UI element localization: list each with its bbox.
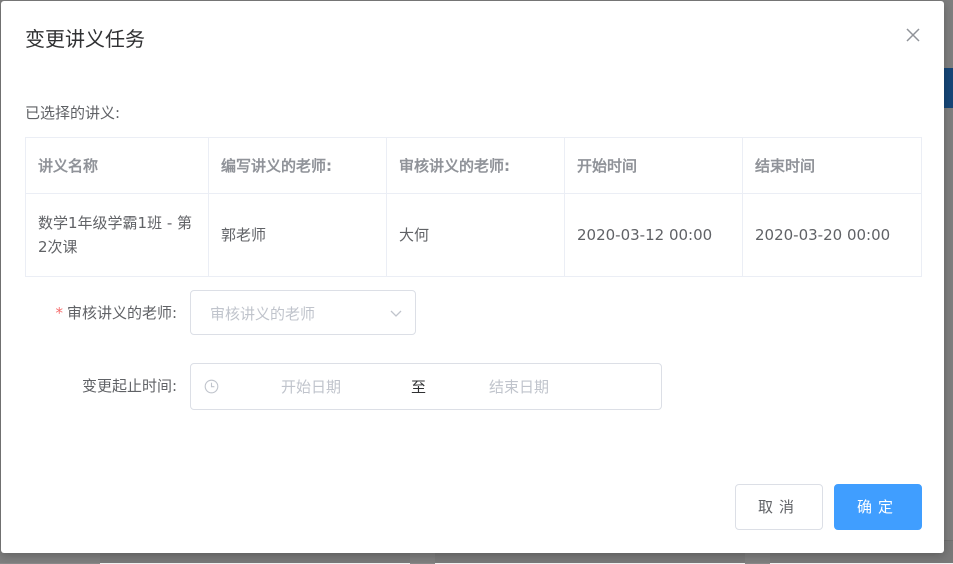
reviewer-placeholder: 审核讲义的老师: [210, 305, 316, 323]
handout-table: 讲义名称 编写讲义的老师: 审核讲义的老师: 开始时间 结束时间 数学1年级学霸…: [25, 137, 922, 277]
cancel-button[interactable]: 取消: [735, 484, 823, 530]
confirm-button[interactable]: 确定: [834, 484, 922, 530]
column-header: 讲义名称: [25, 137, 209, 194]
column-header: 审核讲义的老师:: [386, 137, 565, 194]
column-header: 开始时间: [564, 137, 743, 194]
end-time-cell: 2020-03-20 00:00: [742, 193, 922, 277]
column-header: 结束时间: [742, 137, 922, 194]
handout-name-cell: 数学1年级学霸1班 - 第2次课: [25, 193, 209, 277]
end-date-input[interactable]: 结束日期: [489, 376, 549, 397]
range-separator: 至: [411, 378, 427, 396]
clock-icon: [204, 379, 219, 398]
start-time-cell: 2020-03-12 00:00: [564, 193, 743, 277]
reviewer-label-text: 审核讲义的老师:: [66, 304, 177, 322]
change-task-dialog: 变更讲义任务 已选择的讲义: 讲义名称 编写讲义的老师: 审核讲义的老师: 开始…: [1, 1, 944, 553]
dialog-title: 变更讲义任务: [25, 27, 145, 51]
chevron-down-icon[interactable]: [389, 305, 403, 324]
date-range-picker[interactable]: 开始日期 至 结束日期: [190, 363, 662, 410]
start-date-input[interactable]: 开始日期: [281, 376, 341, 397]
table-header-row: 讲义名称 编写讲义的老师: 审核讲义的老师: 开始时间 结束时间: [25, 137, 922, 194]
reviewer-select[interactable]: 审核讲义的老师: [190, 290, 416, 335]
required-mark: *: [55, 304, 63, 322]
column-header: 编写讲义的老师:: [208, 137, 387, 194]
reviewer-form-label: * 审核讲义的老师:: [17, 302, 177, 324]
table-row: 数学1年级学霸1班 - 第2次课 郭老师 大何 2020-03-12 00:00…: [25, 193, 922, 277]
writer-cell: 郭老师: [208, 193, 387, 277]
close-icon[interactable]: [903, 25, 923, 45]
reviewer-cell: 大何: [386, 193, 565, 277]
selected-handouts-label: 已选择的讲义:: [25, 104, 121, 122]
period-form-label: 变更起止时间:: [81, 377, 177, 395]
